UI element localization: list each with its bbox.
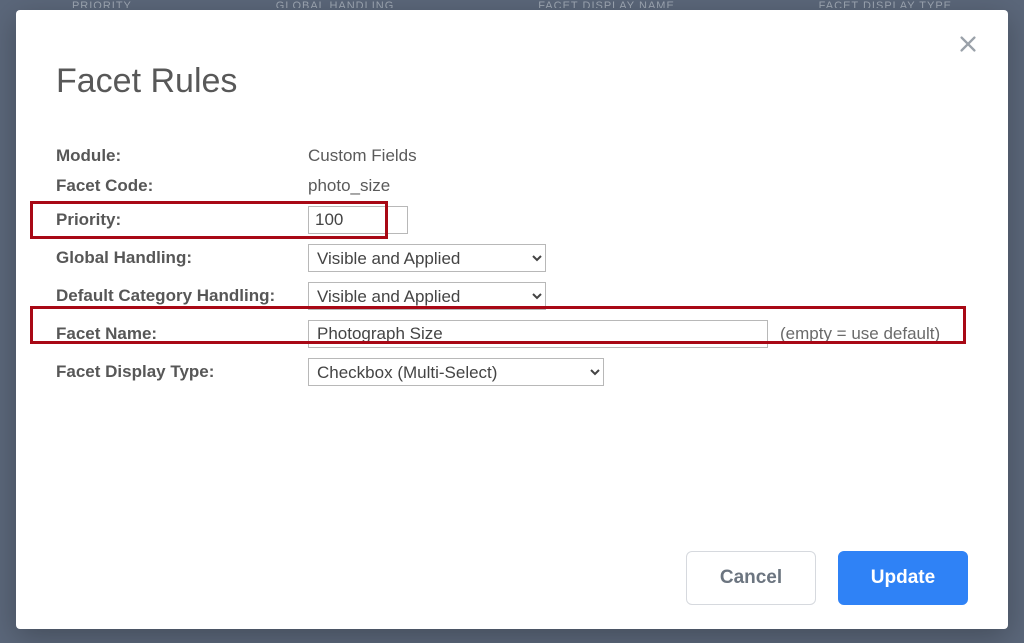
form-grid: Module: Custom Fields Facet Code: photo_… bbox=[56, 141, 968, 391]
module-label: Module: bbox=[56, 141, 308, 171]
close-button[interactable] bbox=[952, 28, 984, 60]
facet-display-type-label: Facet Display Type: bbox=[56, 357, 308, 387]
bg-col-display-name: FACET DISPLAY NAME bbox=[538, 0, 675, 8]
bg-col-display-type: FACET DISPLAY TYPE bbox=[819, 0, 952, 8]
default-category-handling-select[interactable]: Visible and Applied bbox=[308, 282, 546, 310]
facet-name-label: Facet Name: bbox=[56, 319, 308, 349]
priority-label: Priority: bbox=[56, 205, 308, 235]
modal-footer: Cancel Update bbox=[686, 551, 968, 605]
priority-input[interactable] bbox=[308, 206, 408, 234]
facet-code-label: Facet Code: bbox=[56, 171, 308, 201]
close-icon bbox=[957, 33, 979, 55]
cancel-button[interactable]: Cancel bbox=[686, 551, 816, 605]
bg-col-global: GLOBAL HANDLING bbox=[276, 0, 395, 8]
default-category-handling-label: Default Category Handling: bbox=[56, 281, 308, 311]
background-table-header: PRIORITY GLOBAL HANDLING FACET DISPLAY N… bbox=[0, 0, 1024, 8]
facet-display-type-select[interactable]: Checkbox (Multi-Select) bbox=[308, 358, 604, 386]
facet-code-value: photo_size bbox=[308, 176, 390, 196]
facet-name-hint: (empty = use default) bbox=[780, 324, 940, 344]
facet-rules-modal: Facet Rules Module: Custom Fields Facet … bbox=[16, 10, 1008, 629]
global-handling-label: Global Handling: bbox=[56, 243, 308, 273]
dialog-backdrop: PRIORITY GLOBAL HANDLING FACET DISPLAY N… bbox=[0, 0, 1024, 643]
facet-name-input[interactable] bbox=[308, 320, 768, 348]
global-handling-select[interactable]: Visible and Applied bbox=[308, 244, 546, 272]
bg-col-priority: PRIORITY bbox=[72, 0, 132, 8]
modal-title: Facet Rules bbox=[56, 62, 968, 101]
update-button[interactable]: Update bbox=[838, 551, 968, 605]
module-value: Custom Fields bbox=[308, 146, 417, 166]
